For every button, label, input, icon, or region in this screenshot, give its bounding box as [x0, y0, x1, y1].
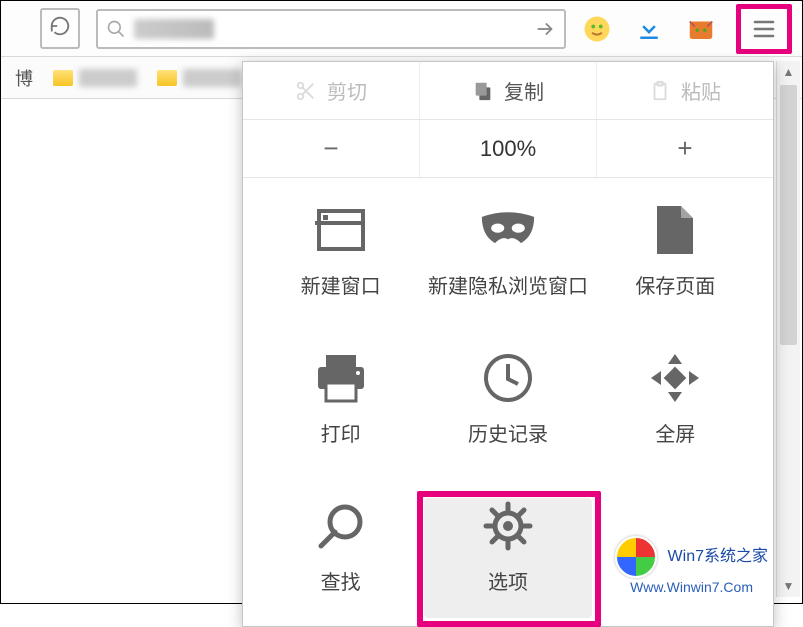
clipboard-icon: [649, 80, 671, 102]
vertical-scrollbar[interactable]: ▲ ▼: [776, 61, 800, 597]
browser-toolbar: [1, 1, 802, 57]
fullscreen-label: 全屏: [655, 418, 695, 447]
watermark-line2: Www.Winwin7.Com: [630, 579, 753, 595]
scroll-thumb[interactable]: [780, 85, 797, 345]
zoom-level: 100%: [420, 120, 597, 177]
go-arrow-icon[interactable]: [534, 18, 556, 40]
options-button[interactable]: 选项: [424, 498, 591, 618]
copy-label: 复制: [504, 76, 544, 105]
printer-icon: [314, 353, 368, 403]
bookmark-folder[interactable]: [53, 69, 137, 87]
copy-button[interactable]: 复制: [420, 62, 597, 119]
cut-label: 剪切: [327, 76, 367, 105]
search-icon: [106, 19, 126, 39]
watermark-line1: Win7系统之家: [668, 548, 768, 565]
search-text-blur: [134, 19, 214, 39]
bookmark-item[interactable]: 博: [15, 65, 33, 91]
reload-button[interactable]: [40, 8, 80, 49]
magnifier-icon: [315, 500, 367, 552]
window-icon: [315, 207, 367, 253]
save-page-button[interactable]: 保存页面: [592, 202, 759, 322]
zoom-in-button[interactable]: +: [597, 120, 773, 177]
watermark: Win7系统之家 Www.Winwin7.Com: [615, 536, 768, 597]
face-icon[interactable]: [582, 14, 612, 44]
history-label: 历史记录: [468, 418, 548, 447]
print-button[interactable]: 打印: [257, 350, 424, 470]
save-page-label: 保存页面: [635, 270, 715, 299]
fox-icon[interactable]: [686, 14, 716, 44]
cut-button[interactable]: 剪切: [243, 62, 420, 119]
scroll-up-arrow[interactable]: ▲: [777, 61, 800, 83]
find-label: 查找: [321, 566, 361, 595]
private-window-button[interactable]: 新建隐私浏览窗口: [424, 202, 591, 322]
reload-icon: [49, 15, 71, 37]
copy-icon: [472, 80, 494, 102]
gear-icon: [482, 500, 534, 552]
download-icon[interactable]: [634, 14, 664, 44]
search-input[interactable]: [96, 9, 566, 49]
paste-button[interactable]: 粘贴: [597, 62, 773, 119]
scissors-icon: [295, 80, 317, 102]
zoom-out-button[interactable]: −: [243, 120, 420, 177]
paste-label: 粘贴: [681, 76, 721, 105]
print-label: 打印: [321, 418, 361, 447]
main-menu-button[interactable]: [736, 4, 792, 54]
fullscreen-button[interactable]: 全屏: [592, 350, 759, 470]
hamburger-icon: [750, 17, 778, 41]
new-window-button[interactable]: 新建窗口: [257, 202, 424, 322]
options-label: 选项: [488, 566, 528, 595]
bookmark-folder[interactable]: [157, 69, 241, 87]
private-window-label: 新建隐私浏览窗口: [428, 270, 588, 299]
clock-icon: [482, 352, 534, 404]
fullscreen-icon: [649, 352, 701, 404]
toolbar-extension-icons: [576, 14, 722, 44]
mask-icon: [480, 210, 536, 250]
history-button[interactable]: 历史记录: [424, 350, 591, 470]
find-button[interactable]: 查找: [257, 498, 424, 618]
watermark-logo-icon: [615, 536, 657, 578]
scroll-down-arrow[interactable]: ▼: [777, 575, 800, 597]
new-window-label: 新建窗口: [301, 270, 381, 299]
page-icon: [653, 204, 697, 256]
